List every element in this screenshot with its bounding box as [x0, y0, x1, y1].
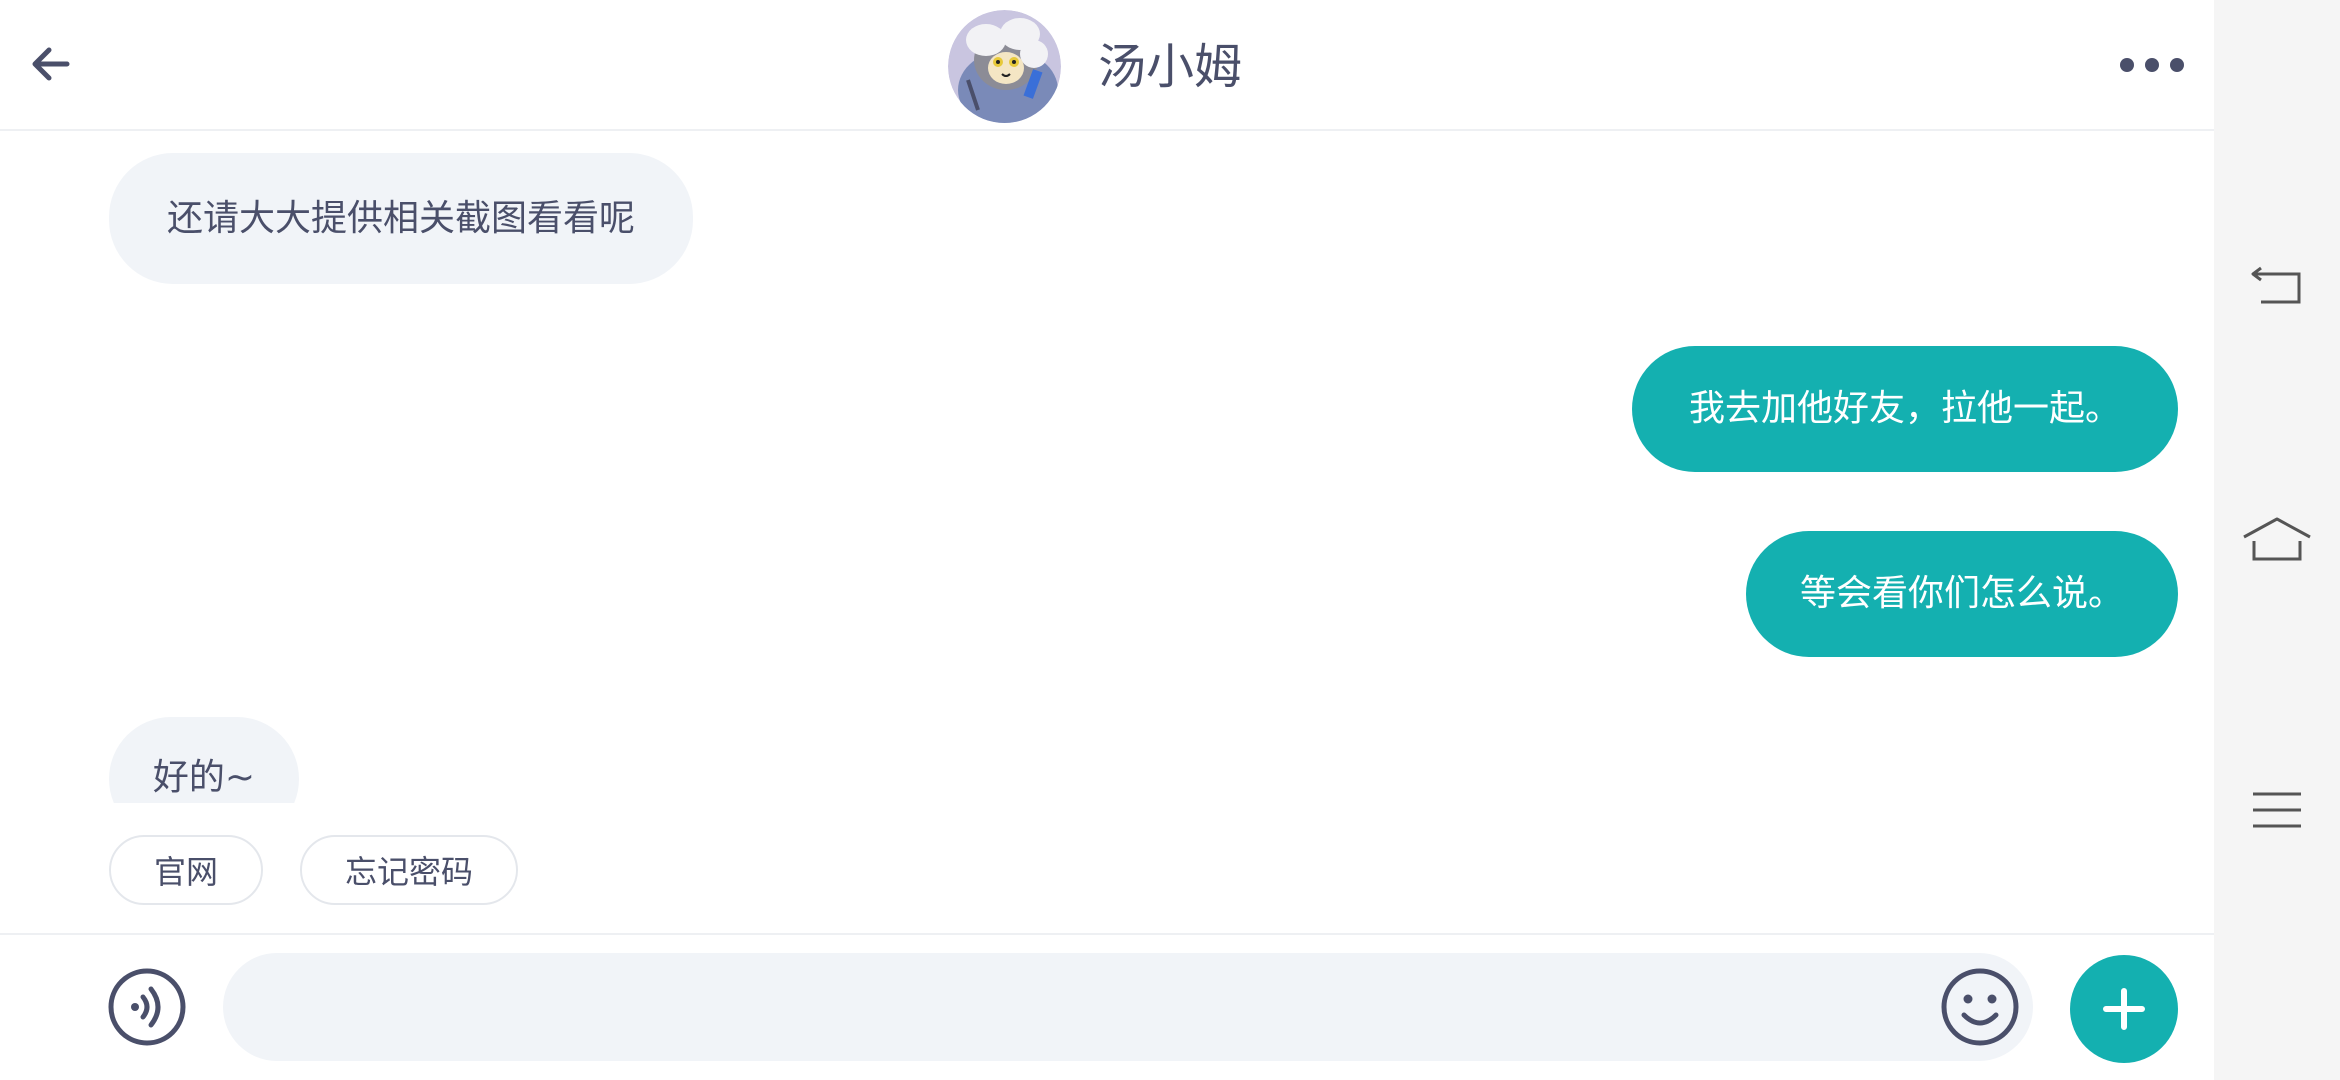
message-outgoing[interactable]: 我去加他好友，拉他一起。 — [1632, 346, 2178, 472]
message-input[interactable] — [223, 953, 2033, 1061]
home-icon — [2243, 517, 2311, 561]
chat-header: 汤小姆 — [0, 0, 2214, 131]
chip-label: 官网 — [153, 853, 218, 891]
message-outgoing[interactable]: 等会看你们怎么说。 — [1746, 531, 2178, 657]
message-text: 还请大大提供相关截图看看呢 — [166, 197, 635, 239]
avatar[interactable] — [948, 10, 1061, 123]
contact-name: 汤小姆 — [1098, 39, 1243, 95]
voice-icon — [108, 968, 186, 1046]
chip-label: 忘记密码 — [344, 853, 473, 891]
voice-button[interactable] — [107, 967, 187, 1047]
more-dots-icon — [2120, 58, 2184, 72]
recents-button[interactable] — [2237, 770, 2317, 850]
more-button[interactable] — [2112, 40, 2192, 90]
quick-reply-bar: 官网 忘记密码 — [0, 803, 2214, 935]
add-attachment-button[interactable] — [2070, 955, 2178, 1063]
home-button[interactable] — [2237, 500, 2317, 580]
message-incoming[interactable]: 还请大大提供相关截图看看呢 — [109, 153, 693, 284]
cartoon-cat-avatar — [948, 10, 1061, 123]
message-text: 我去加他好友，拉他一起。 — [1688, 388, 2121, 429]
emoji-icon — [1941, 968, 2019, 1046]
emoji-button[interactable] — [1940, 967, 2020, 1047]
message-text: 好的~ — [152, 757, 256, 798]
back-button[interactable] — [20, 33, 82, 95]
system-back-button[interactable] — [2237, 245, 2317, 325]
menu-lines-icon — [2253, 792, 2301, 828]
chat-app: 汤小姆 还请大大提供相关截图看看呢 我去加他好友，拉他一起。 等会看你们怎么说。… — [0, 0, 2214, 1080]
system-nav-bar — [2214, 0, 2340, 1080]
system-back-icon — [2251, 266, 2301, 304]
message-text: 等会看你们怎么说。 — [1799, 573, 2124, 614]
message-incoming[interactable]: 好的~ — [109, 717, 299, 803]
input-bar — [0, 935, 2214, 1080]
plus-icon — [2103, 988, 2145, 1030]
message-list[interactable]: 还请大大提供相关截图看看呢 我去加他好友，拉他一起。 等会看你们怎么说。 好的~ — [0, 131, 2214, 803]
quick-reply-official-site[interactable]: 官网 — [109, 835, 263, 905]
arrow-left-icon — [32, 47, 70, 81]
quick-reply-forgot-password[interactable]: 忘记密码 — [300, 835, 518, 905]
